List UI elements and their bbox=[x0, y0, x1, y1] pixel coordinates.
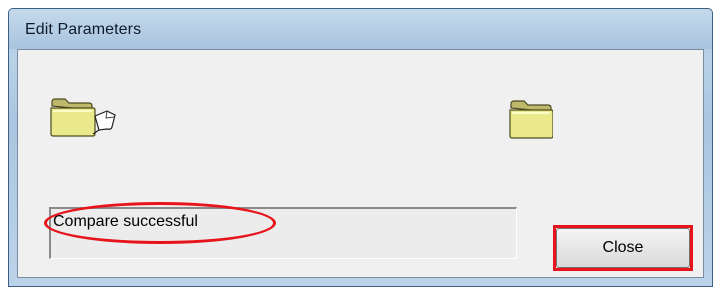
folder-with-document-icon bbox=[49, 96, 119, 137]
title-bar[interactable]: Edit Parameters bbox=[9, 9, 712, 49]
folder-icon bbox=[509, 98, 553, 139]
dialog-title: Edit Parameters bbox=[25, 21, 142, 38]
edit-parameters-dialog: Edit Parameters Compare successful Close bbox=[8, 8, 713, 287]
close-button[interactable]: Close bbox=[556, 228, 690, 268]
status-text: Compare successful bbox=[53, 213, 198, 230]
dialog-body: Compare successful Close bbox=[17, 49, 704, 278]
status-display: Compare successful bbox=[49, 207, 517, 259]
